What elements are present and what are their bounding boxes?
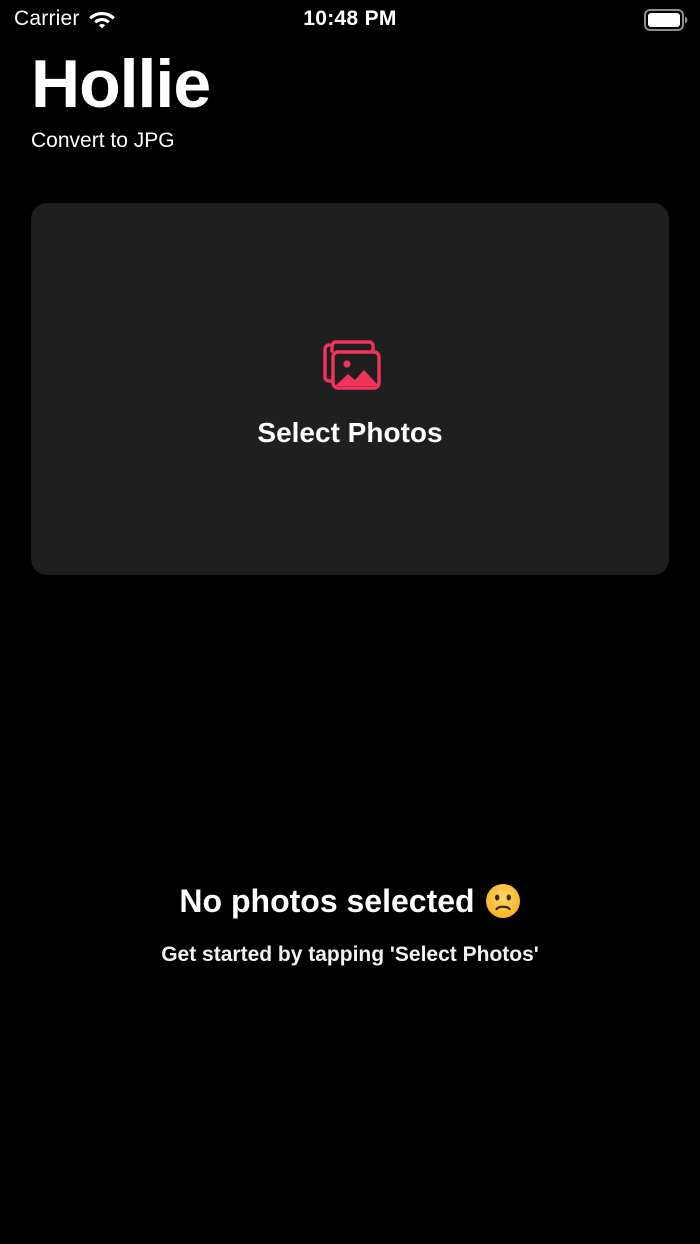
sad-face-emoji-icon bbox=[485, 883, 520, 918]
empty-state-title: No photos selected bbox=[0, 880, 700, 922]
select-photos-button[interactable]: Select Photos bbox=[31, 203, 669, 575]
select-photos-label: Select Photos bbox=[257, 417, 443, 448]
empty-state-subtitle: Get started by tapping 'Select Photos' bbox=[161, 943, 539, 966]
status-time: 10:48 PM bbox=[303, 7, 397, 30]
empty-state-title-text: No photos selected bbox=[179, 883, 475, 919]
app-subtitle: Convert to JPG bbox=[31, 129, 175, 152]
status-bar: Carrier 10:48 PM bbox=[0, 0, 700, 40]
battery-full-icon bbox=[644, 9, 688, 31]
photo-stack-icon bbox=[323, 340, 381, 390]
app-title: Hollie bbox=[31, 46, 211, 122]
